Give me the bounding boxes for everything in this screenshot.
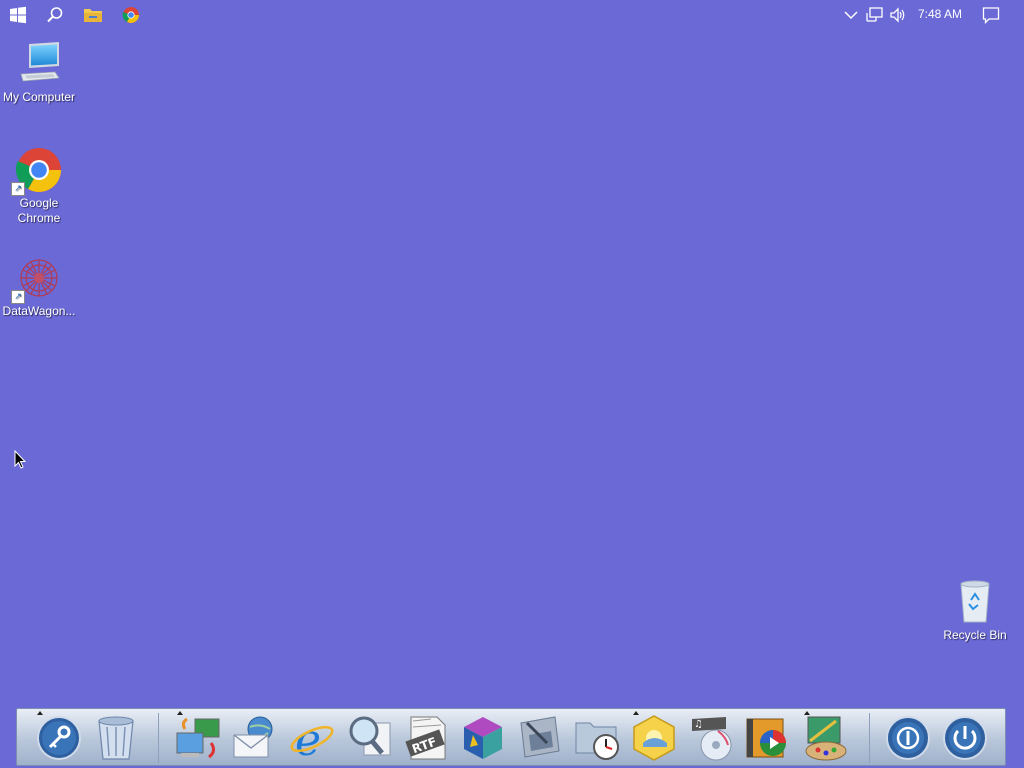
network-transfer-icon[interactable] xyxy=(173,713,223,763)
paint-palette-icon[interactable] xyxy=(800,713,850,763)
disk-utility-icon[interactable] xyxy=(515,713,565,763)
taskbar: 7:48 AM xyxy=(0,0,1024,30)
recycle-bin-icon xyxy=(951,578,999,626)
logoff-icon[interactable] xyxy=(883,713,933,763)
music-cd-icon[interactable]: ♫ xyxy=(686,713,736,763)
internet-explorer-icon[interactable]: e xyxy=(287,713,337,766)
datawagon-icon: ↗ xyxy=(11,254,63,304)
media-player-icon[interactable] xyxy=(743,713,793,763)
mouse-cursor-icon xyxy=(14,449,28,475)
desktop-icon-my-computer[interactable]: My Computer xyxy=(0,40,78,105)
computer-icon xyxy=(15,40,63,88)
sun-hexagon-icon[interactable] xyxy=(629,713,679,763)
desktop-icon-label: Google Chrome xyxy=(17,196,61,225)
desktop-icon-label: DataWagon... xyxy=(2,304,76,318)
svg-text:♫: ♫ xyxy=(694,719,703,730)
key-icon[interactable] xyxy=(34,713,84,763)
trash-icon[interactable] xyxy=(91,713,141,763)
dock-bar: e RTF ♫ xyxy=(16,708,1006,766)
chevron-up-icon[interactable] xyxy=(840,4,862,26)
volume-icon[interactable] xyxy=(887,4,909,26)
magnifier-icon[interactable] xyxy=(344,713,394,763)
rtf-document-icon[interactable]: RTF xyxy=(401,713,451,763)
chrome-icon[interactable] xyxy=(120,4,142,26)
clock[interactable]: 7:48 AM xyxy=(918,7,962,21)
dock-separator xyxy=(158,713,159,763)
power-icon[interactable] xyxy=(940,713,990,763)
dock-separator xyxy=(869,713,870,763)
desktop-icon-recycle-bin[interactable]: Recycle Bin xyxy=(936,578,1014,643)
shortcut-arrow-icon: ↗ xyxy=(11,182,25,196)
desktop-icon-label: Recycle Bin xyxy=(943,628,1007,642)
desktop-icon-datawagon[interactable]: ↗ DataWagon... xyxy=(0,254,78,319)
chrome-icon: ↗ xyxy=(11,146,63,196)
mail-globe-icon[interactable] xyxy=(230,713,280,763)
search-icon[interactable] xyxy=(44,4,66,26)
network-icon[interactable] xyxy=(864,4,886,26)
folder-clock-icon[interactable] xyxy=(572,713,622,763)
desktop-icon-label: My Computer xyxy=(2,90,76,104)
desktop-icon-google-chrome[interactable]: ↗ Google Chrome xyxy=(0,146,78,226)
notifications-icon[interactable] xyxy=(980,4,1002,26)
shortcut-arrow-icon: ↗ xyxy=(11,290,25,304)
windows-start-icon[interactable] xyxy=(7,4,29,26)
3d-cube-icon[interactable] xyxy=(458,713,508,763)
file-explorer-icon[interactable] xyxy=(82,4,104,26)
